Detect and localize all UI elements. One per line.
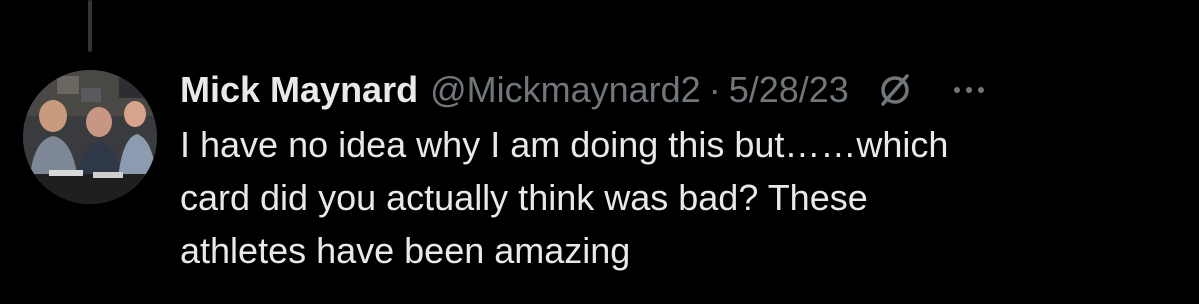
more-options-icon[interactable]: [949, 70, 989, 110]
slashed-circle-icon: [875, 70, 915, 110]
display-name[interactable]: Mick Maynard: [180, 69, 418, 111]
separator-dot: ·: [708, 69, 721, 110]
tweet-text-line: card did you actually think was bad? The…: [180, 177, 868, 218]
thread-connector-line: [88, 0, 92, 52]
avatar-image: [23, 70, 157, 204]
user-handle[interactable]: @Mickmaynard2: [430, 69, 701, 111]
tweet-text-line: athletes have been amazing: [180, 230, 631, 271]
tweet-text-line: I have no idea why I am doing this but………: [180, 124, 949, 165]
tweet[interactable]: Mick Maynard @Mickmaynard2 · 5/28/23 I h…: [180, 64, 1190, 277]
tweet-text: I have no idea why I am doing this but………: [180, 118, 1190, 277]
tweet-header: Mick Maynard @Mickmaynard2 · 5/28/23: [180, 64, 1190, 116]
tweet-date[interactable]: 5/28/23: [729, 69, 849, 111]
avatar[interactable]: [23, 70, 157, 204]
